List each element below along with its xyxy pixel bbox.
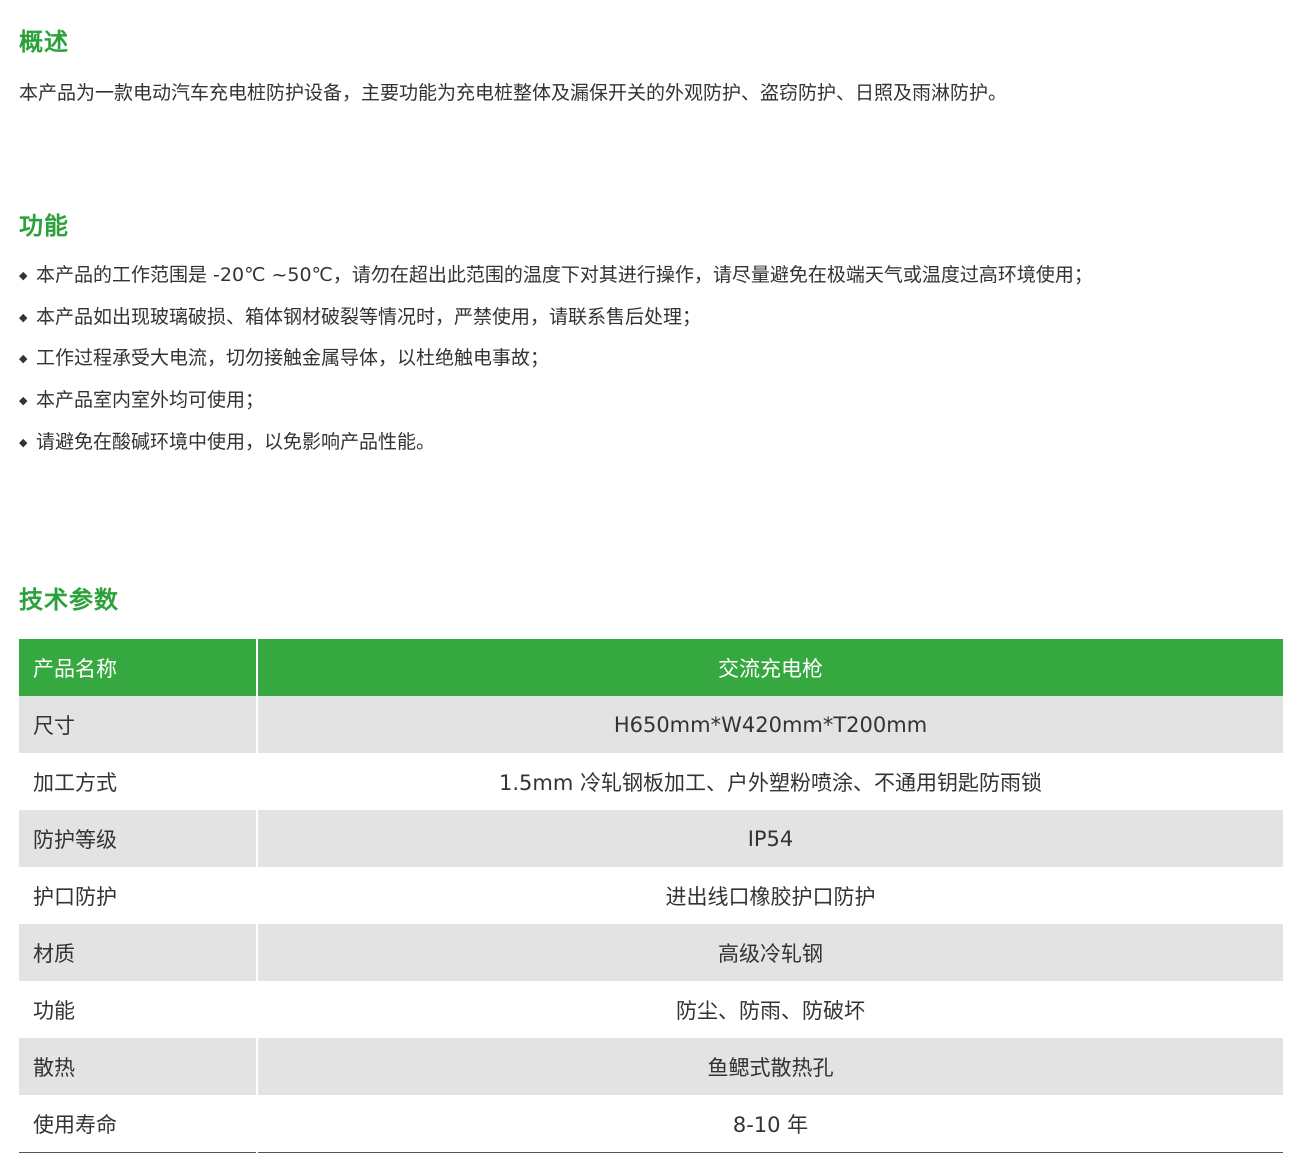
- diamond-bullet-icon: ◆: [19, 310, 28, 324]
- overview-heading: 概述: [19, 28, 69, 56]
- spec-table: 产品名称 交流充电枪 尺寸 H650mm*W420mm*T200mm 加工方式 …: [19, 639, 1283, 1153]
- param-value: 1.5mm 冷轧钢板加工、户外塑粉喷涂、不通用钥匙防雨锁: [257, 753, 1283, 810]
- table-row: 尺寸 H650mm*W420mm*T200mm: [19, 696, 1283, 753]
- list-item: ◆ 工作过程承受大电流，切勿接触金属导体，以杜绝触电事故；: [19, 345, 1093, 371]
- table-row: 加工方式 1.5mm 冷轧钢板加工、户外塑粉喷涂、不通用钥匙防雨锁: [19, 753, 1283, 810]
- header-name-cell: 产品名称: [19, 639, 258, 696]
- param-value: 高级冷轧钢: [257, 924, 1283, 981]
- list-item: ◆ 请避免在酸碱环境中使用，以免影响产品性能。: [19, 429, 1093, 455]
- table-row: 防护等级 IP54: [19, 810, 1283, 867]
- table-row: 功能 防尘、防雨、防破坏: [19, 981, 1283, 1038]
- param-value: IP54: [257, 810, 1283, 867]
- param-name: 功能: [19, 981, 258, 1038]
- table-header-row: 产品名称 交流充电枪: [19, 639, 1283, 696]
- param-value: 8-10 年: [257, 1095, 1283, 1153]
- functions-heading: 功能: [19, 212, 69, 240]
- header-value-cell: 交流充电枪: [257, 639, 1283, 696]
- diamond-bullet-icon: ◆: [19, 269, 28, 282]
- table-row: 护口防护 进出线口橡胶护口防护: [19, 867, 1283, 924]
- diamond-bullet-icon: ◆: [19, 435, 28, 449]
- param-value: H650mm*W420mm*T200mm: [257, 696, 1283, 753]
- functions-list: ◆ 本产品的工作范围是 -20℃ ~50℃，请勿在超出此范围的温度下对其进行操作，…: [19, 262, 1093, 470]
- diamond-bullet-icon: ◆: [19, 352, 28, 366]
- table-row: 使用寿命 8-10 年: [19, 1095, 1283, 1153]
- param-name: 护口防护: [19, 867, 258, 924]
- diamond-bullet-icon: ◆: [19, 394, 28, 408]
- list-item: ◆ 本产品如出现玻璃破损、箱体钢材破裂等情况时，严禁使用，请联系售后处理；: [19, 304, 1093, 330]
- list-item-text: 工作过程承受大电流，切勿接触金属导体，以杜绝触电事故；: [36, 347, 550, 370]
- param-name: 使用寿命: [19, 1095, 258, 1153]
- list-item-text: 请避免在酸碱环境中使用，以免影响产品性能。: [36, 430, 436, 453]
- param-name: 防护等级: [19, 810, 258, 867]
- list-item: ◆ 本产品的工作范围是 -20℃ ~50℃，请勿在超出此范围的温度下对其进行操作，…: [19, 262, 1093, 288]
- list-item: ◆ 本产品室内室外均可使用；: [19, 387, 1093, 413]
- table-row: 材质 高级冷轧钢: [19, 924, 1283, 981]
- list-item-text: 本产品的工作范围是 -20℃ ~50℃，请勿在超出此范围的温度下对其进行操作，请…: [36, 264, 1093, 286]
- list-item-text: 本产品室内室外均可使用；: [36, 389, 265, 412]
- param-name: 散热: [19, 1038, 258, 1095]
- list-item-text: 本产品如出现玻璃破损、箱体钢材破裂等情况时，严禁使用，请联系售后处理；: [36, 305, 702, 328]
- param-name: 材质: [19, 924, 258, 981]
- param-value: 进出线口橡胶护口防护: [257, 867, 1283, 924]
- param-name: 加工方式: [19, 753, 258, 810]
- specs-heading: 技术参数: [19, 586, 119, 614]
- table-row: 散热 鱼鳃式散热孔: [19, 1038, 1283, 1095]
- product-spec-page: 概述 本产品为一款电动汽车充电桩防护设备，主要功能为充电桩整体及漏保开关的外观防…: [0, 0, 1300, 1173]
- overview-text: 本产品为一款电动汽车充电桩防护设备，主要功能为充电桩整体及漏保开关的外观防护、盗…: [19, 82, 1008, 104]
- param-value: 防尘、防雨、防破坏: [257, 981, 1283, 1038]
- param-value: 鱼鳃式散热孔: [257, 1038, 1283, 1095]
- param-name: 尺寸: [19, 696, 258, 753]
